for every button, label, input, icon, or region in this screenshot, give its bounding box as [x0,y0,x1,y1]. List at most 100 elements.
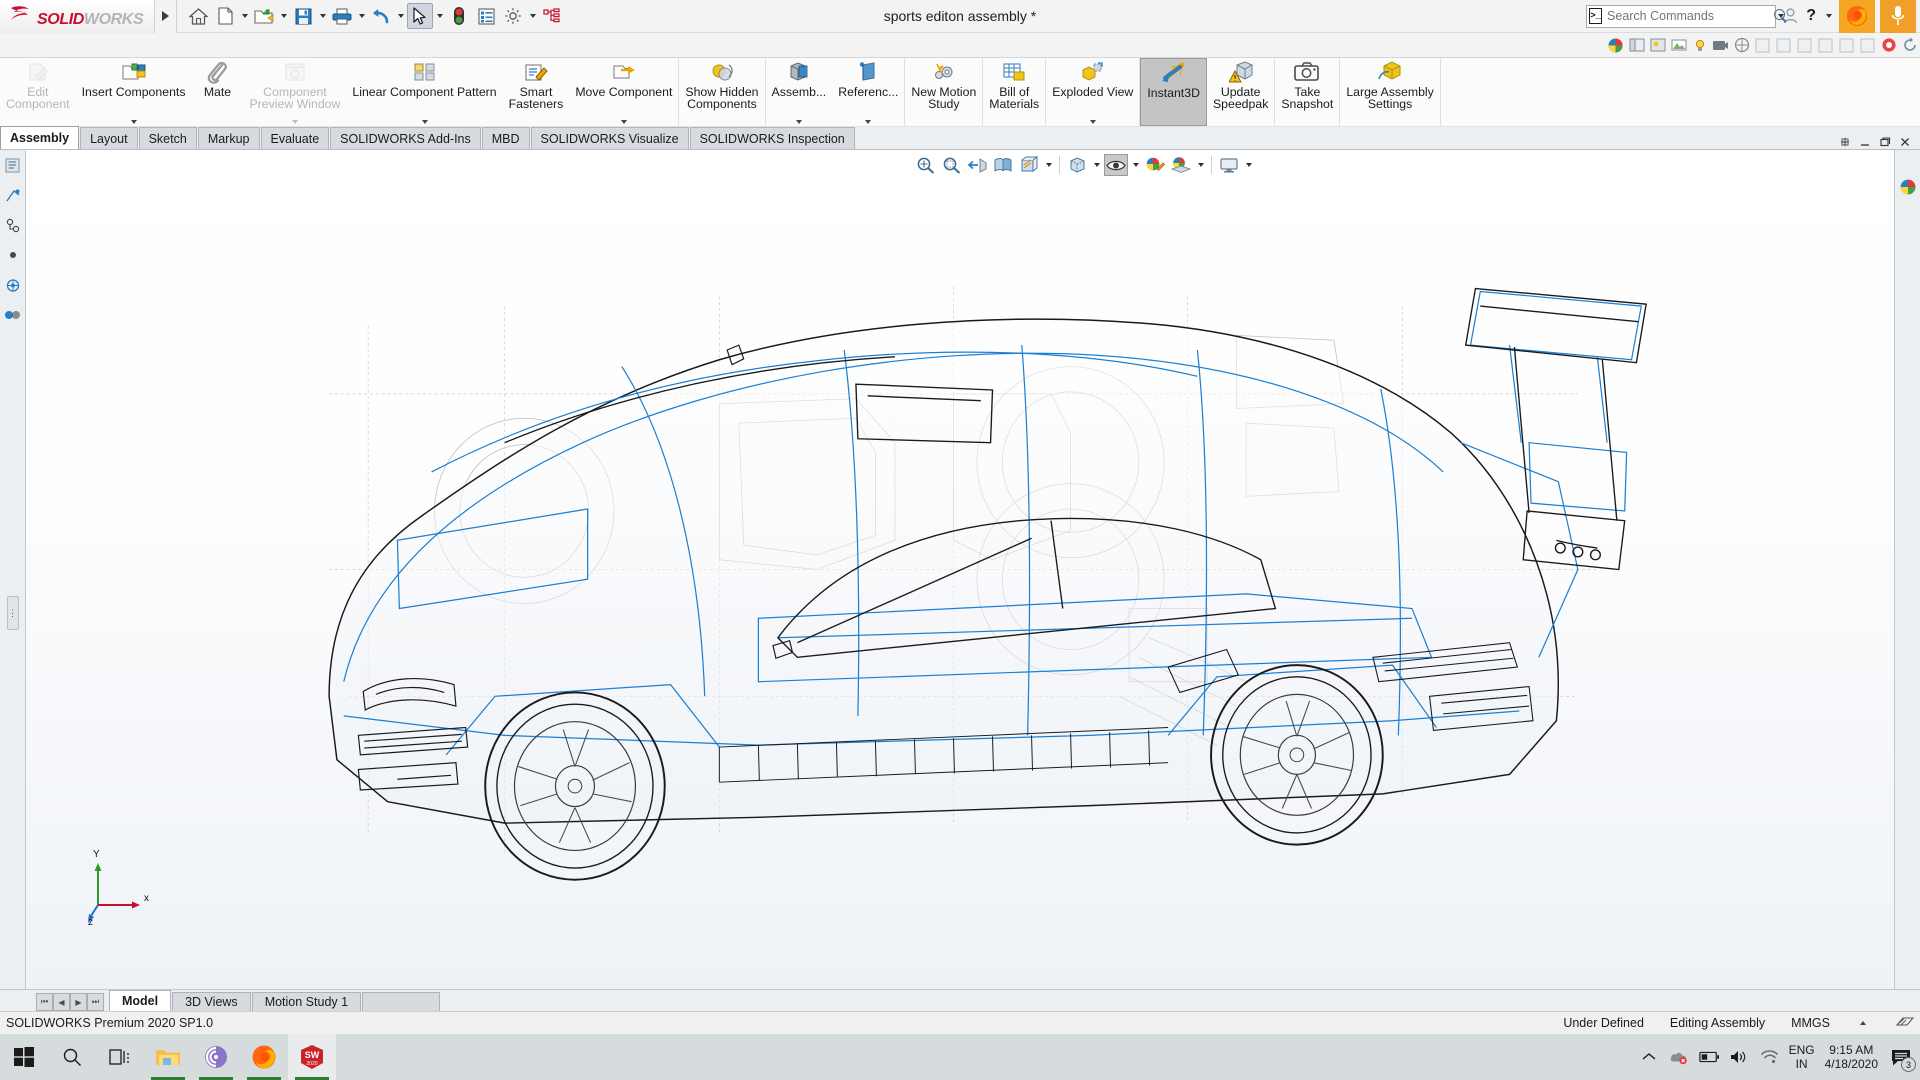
home-icon[interactable] [185,3,211,29]
close-icon[interactable] [1898,135,1912,149]
print-icon[interactable] [329,3,355,29]
exploded-view-button[interactable]: Exploded View [1046,58,1139,126]
tab-solidworks-visualize[interactable]: SOLIDWORKS Visualize [530,127,689,149]
select-dropdown[interactable] [434,3,445,29]
minimize-icon[interactable] [1858,135,1872,149]
edit-appearance-icon[interactable] [1143,154,1167,176]
notification-center-button[interactable]: 3 [1888,1044,1916,1072]
sports-car-assembly-model[interactable] [26,150,1920,989]
linear-component-pattern-button-dropdown[interactable] [422,117,428,126]
panel-resize-handle[interactable]: ⋮ [6,596,19,630]
bill-of-materials-button[interactable]: Bill of Materials [983,58,1045,126]
tree-display-icon[interactable] [539,3,565,29]
tab-layout[interactable]: Layout [80,127,138,149]
undo-dropdown[interactable] [395,3,406,29]
configuration-manager-icon[interactable] [3,216,23,234]
next-tab-button[interactable]: ▶ [70,993,87,1011]
zoom-to-area-icon[interactable] [939,154,963,176]
apply-scene-icon[interactable] [1169,154,1193,176]
take-snapshot-button[interactable]: Take Snapshot [1275,58,1339,126]
units-label[interactable]: MMGS [1791,1016,1830,1030]
new-document-dropdown[interactable] [239,3,250,29]
show-hidden-icons-chevron[interactable] [1639,1047,1659,1067]
solidworks-button[interactable]: SW 2020 [288,1034,336,1080]
show-hidden-components-button[interactable]: Show Hidden Components [679,58,764,126]
graphics-area[interactable]: Y x z [26,150,1920,989]
search-input[interactable] [1607,9,1769,23]
bottom-tab-motion-study-1[interactable]: Motion Study 1 [251,992,362,1011]
linear-component-pattern-button[interactable]: Linear Component Pattern [346,58,502,126]
task-view-button[interactable] [96,1034,144,1080]
rotate-icon[interactable] [1899,35,1920,55]
battery-icon[interactable] [1698,1047,1719,1067]
units-caret-icon[interactable] [1856,1021,1870,1025]
view-settings-icon[interactable] [1217,154,1241,176]
assembly-features-button-dropdown[interactable] [796,117,802,126]
gear-icon[interactable] [500,3,526,29]
view-orientation-icon[interactable] [1017,154,1041,176]
new-document-icon[interactable] [212,3,238,29]
undo-icon[interactable] [368,3,394,29]
previous-tab-button[interactable]: ◀ [53,993,70,1011]
section-view-icon[interactable] [991,154,1015,176]
apply-scene-dropdown[interactable] [1195,154,1206,176]
document-overlay-icon[interactable] [1895,1015,1915,1032]
tab-markup[interactable]: Markup [197,127,260,149]
property-manager-icon[interactable] [3,186,23,204]
scene-icon[interactable] [1647,35,1668,55]
hide-show-items-dropdown[interactable] [1130,154,1141,176]
decal-icon[interactable] [1668,35,1689,55]
rebuild-icon[interactable] [446,3,472,29]
display-style-dropdown[interactable] [1091,154,1102,176]
bittorrent-button[interactable] [192,1034,240,1080]
hide-show-items-icon[interactable] [1104,154,1128,176]
tab-solidworks-add-ins[interactable]: SOLIDWORKS Add-Ins [330,127,481,149]
tab-sketch[interactable]: Sketch [138,127,197,149]
insert-components-button-dropdown[interactable] [131,117,137,126]
search-commands-box[interactable]: >_ [1586,4,1786,28]
onedrive-error-icon[interactable] [1669,1047,1689,1067]
previous-view-icon[interactable] [965,154,989,176]
print-dropdown[interactable] [356,3,367,29]
assembly-features-button[interactable]: Assemb... [766,58,833,126]
lights-icon[interactable] [1689,35,1710,55]
pin-icon[interactable] [1838,135,1852,149]
menu-expand-arrow[interactable] [155,0,177,33]
insert-components-button[interactable]: Insert Components [76,58,192,126]
options-list-icon[interactable] [473,3,499,29]
display-manager-icon[interactable] [3,276,23,294]
gear-dropdown[interactable] [527,3,538,29]
bottom-tab-model[interactable]: Model [109,990,172,1011]
hide-icon-5[interactable] [1836,35,1857,55]
tab-evaluate[interactable]: Evaluate [260,127,330,149]
open-dropdown[interactable] [278,3,289,29]
palette-icon[interactable] [1878,35,1899,55]
walk-through-icon[interactable] [1731,35,1752,55]
update-speedpak-button[interactable]: Update Speedpak [1207,58,1274,126]
large-assembly-settings-button[interactable]: Large Assembly Settings [1340,58,1440,126]
first-tab-button[interactable]: ⏮ [36,993,53,1011]
mate-button[interactable]: Mate [191,58,243,126]
hide-icon-3[interactable] [1794,35,1815,55]
firefox-button[interactable] [240,1034,288,1080]
save-icon[interactable] [290,3,316,29]
tab-mbd[interactable]: MBD [481,127,530,149]
language-indicator[interactable]: ENG IN [1789,1043,1815,1071]
reference-geometry-button-dropdown[interactable] [865,117,871,126]
start-button[interactable] [0,1034,48,1080]
view-settings-dropdown[interactable] [1243,154,1254,176]
file-explorer-button[interactable] [144,1034,192,1080]
select-cursor-icon[interactable] [407,3,433,29]
tab-solidworks-inspection[interactable]: SOLIDWORKS Inspection [689,127,855,149]
feature-tree-icon[interactable] [3,156,23,174]
hide-icon-1[interactable] [1752,35,1773,55]
last-tab-button[interactable]: ⏭ [87,993,104,1011]
display-pane-icon[interactable] [1626,35,1647,55]
view-orientation-dropdown[interactable] [1043,154,1054,176]
hide-icon-4[interactable] [1815,35,1836,55]
wifi-icon[interactable] [1759,1047,1779,1067]
appearance-manager-icon[interactable] [3,306,23,324]
display-style-icon[interactable] [1065,154,1089,176]
clock[interactable]: 9:15 AM 4/18/2020 [1825,1043,1878,1071]
appearances-task-pane-icon[interactable] [1895,174,1920,200]
